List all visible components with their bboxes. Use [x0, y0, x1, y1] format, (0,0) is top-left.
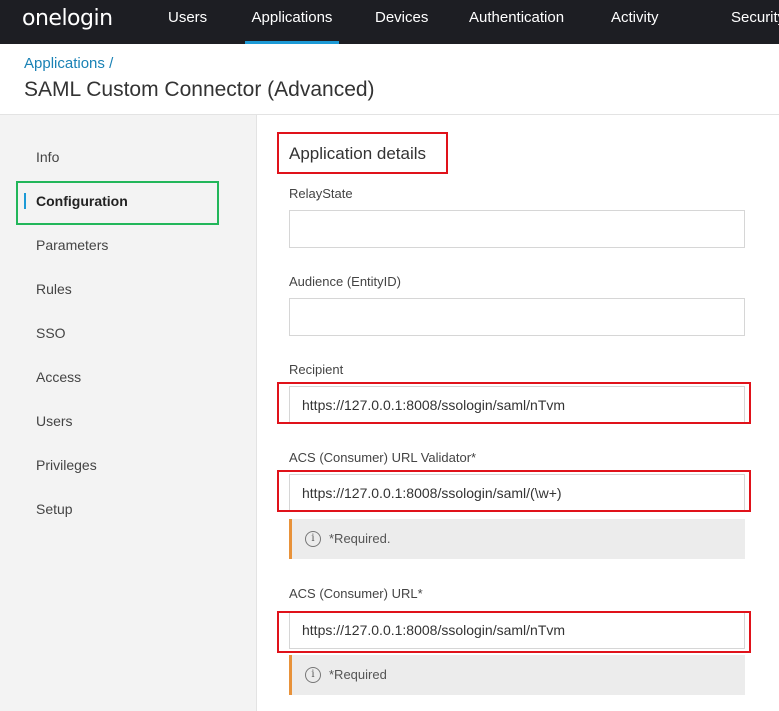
audience-input[interactable]	[289, 298, 745, 336]
section-title-highlight	[277, 132, 448, 174]
nav-authentication[interactable]: Authentication	[469, 0, 564, 44]
recipient-highlight	[277, 382, 751, 424]
acs-url-notice-text: *Required	[329, 667, 387, 682]
sidebar-item-privileges[interactable]: Privileges	[36, 457, 97, 473]
onelogin-logo[interactable]: onelogin	[22, 6, 113, 31]
breadcrumb-applications-link[interactable]: Applications	[24, 55, 105, 72]
nav-applications[interactable]: Applications	[245, 0, 339, 44]
page-title: SAML Custom Connector (Advanced)	[24, 78, 375, 101]
breadcrumb: Applications /	[24, 55, 113, 72]
acs-validator-label: ACS (Consumer) URL Validator*	[289, 450, 477, 465]
nav-security[interactable]: Security	[731, 0, 779, 44]
acs-url-required-notice: i *Required	[289, 655, 745, 695]
nav-users[interactable]: Users	[168, 0, 207, 44]
info-icon: i	[305, 531, 321, 547]
sidebar-item-rules[interactable]: Rules	[36, 281, 72, 297]
audience-label: Audience (EntityID)	[289, 274, 401, 289]
acs-url-label: ACS (Consumer) URL*	[289, 586, 423, 601]
sidebar-item-sso[interactable]: SSO	[36, 325, 66, 341]
configuration-highlight	[16, 181, 219, 225]
relaystate-input[interactable]	[289, 210, 745, 248]
top-nav: onelogin Users Applications Devices Auth…	[0, 0, 779, 44]
sidebar-item-parameters[interactable]: Parameters	[36, 237, 108, 253]
sidebar-item-setup[interactable]: Setup	[36, 501, 73, 517]
nav-activity[interactable]: Activity	[611, 0, 659, 44]
sidebar-item-users[interactable]: Users	[36, 413, 73, 429]
nav-devices[interactable]: Devices	[375, 0, 428, 44]
recipient-label: Recipient	[289, 362, 344, 377]
acs-url-highlight	[277, 611, 751, 653]
breadcrumb-separator: /	[109, 55, 114, 72]
relaystate-label: RelayState	[289, 186, 353, 201]
sidebar-item-info[interactable]: Info	[36, 149, 59, 165]
info-icon: i	[305, 667, 321, 683]
page-header: Applications / SAML Custom Connector (Ad…	[0, 44, 779, 115]
acs-validator-highlight	[277, 470, 751, 512]
sidebar-item-access[interactable]: Access	[36, 369, 81, 385]
acs-validator-notice-text: *Required.	[329, 531, 391, 546]
acs-validator-required-notice: i *Required.	[289, 519, 745, 559]
